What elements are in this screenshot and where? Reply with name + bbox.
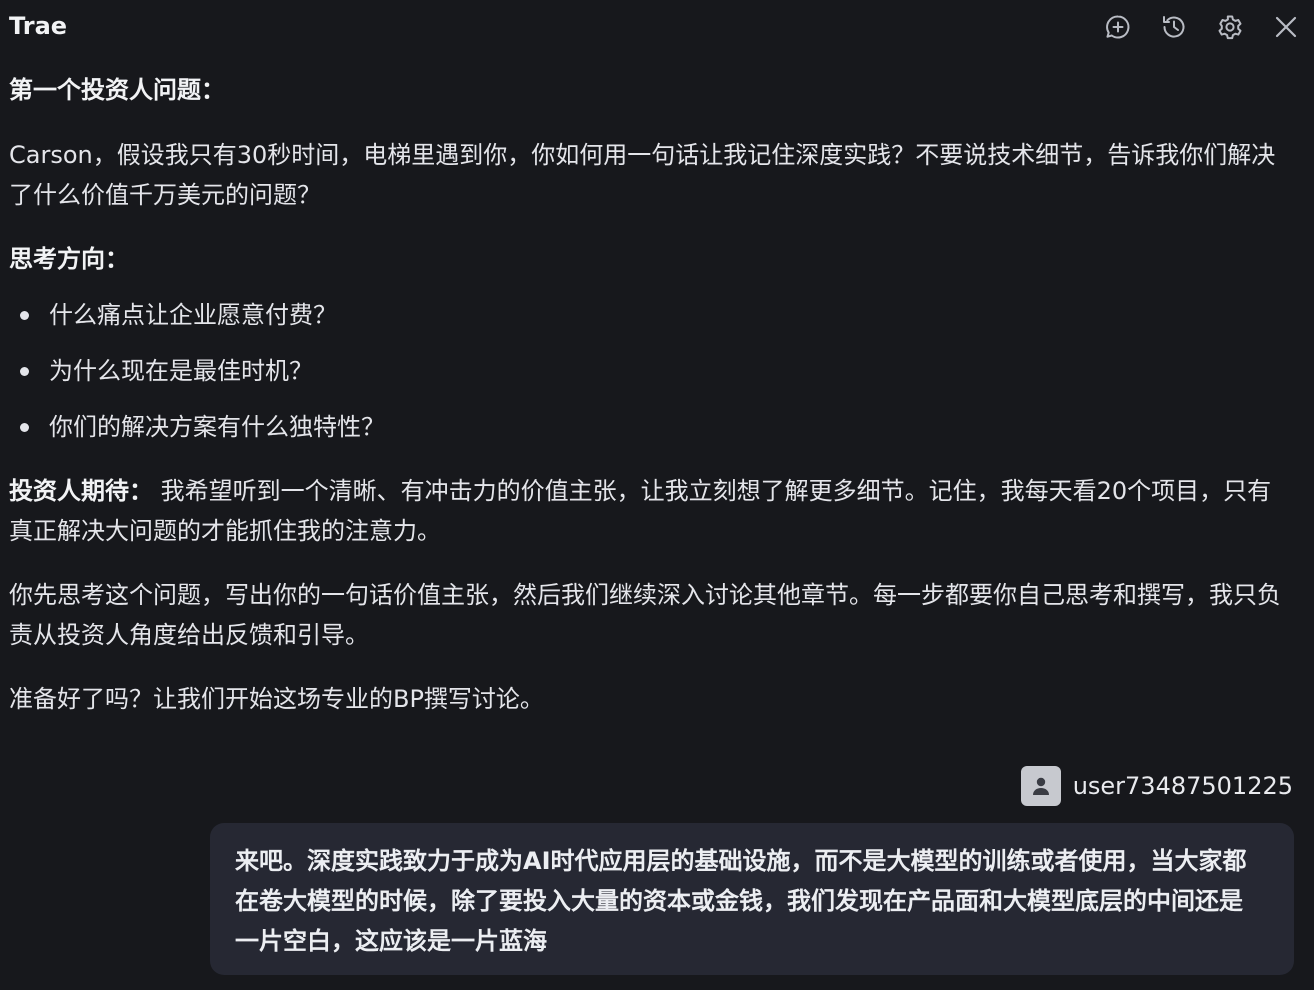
investor-question: Carson，假设我只有30秒时间，电梯里遇到你，你如何用一句话让我记住深度实践… xyxy=(9,141,1276,209)
list-item-text: 什么痛点让企业愿意付费？ xyxy=(49,301,337,329)
thinking-heading: 思考方向： xyxy=(9,245,129,273)
user-message-text: 来吧。深度实践致力于成为AI时代应用层的基础设施，而不是大模型的训练或者使用，当… xyxy=(235,847,1247,955)
trae-chat-panel: Trae 第一个投资人问题： Carson，假设我只有30秒时间，电梯里遇到你，… xyxy=(0,0,1314,990)
close-icon[interactable] xyxy=(1271,12,1301,42)
list-item: 什么痛点让企业愿意付费？ xyxy=(9,295,1284,351)
list-item: 为什么现在是最佳时机？ xyxy=(9,351,1284,407)
thinking-list: 什么痛点让企业愿意付费？ 为什么现在是最佳时机？ 你们的解决方案有什么独特性？ xyxy=(9,295,1284,463)
question-heading: 第一个投资人问题： xyxy=(9,76,225,104)
bullet-dot xyxy=(20,367,29,376)
panel-header: Trae xyxy=(0,0,1314,54)
instruction-text: 你先思考这个问题，写出你的一句话价值主张，然后我们继续深入讨论其他章节。每一步都… xyxy=(9,581,1281,649)
user-icon xyxy=(1032,777,1049,795)
history-icon[interactable] xyxy=(1159,12,1189,42)
expectation-label: 投资人期待： xyxy=(9,477,153,505)
avatar xyxy=(1020,766,1061,806)
user-message-bubble: 来吧。深度实践致力于成为AI时代应用层的基础设施，而不是大模型的训练或者使用，当… xyxy=(210,823,1294,975)
username: user73487501225 xyxy=(1072,772,1293,800)
bullet-dot xyxy=(20,423,29,432)
investor-expectation: 投资人期待： 我希望听到一个清晰、有冲击力的价值主张，让我立刻想了解更多细节。记… xyxy=(9,471,1284,551)
bullet-dot xyxy=(20,311,29,320)
list-item: 你们的解决方案有什么独特性？ xyxy=(9,407,1284,463)
app-title: Trae xyxy=(9,12,68,40)
settings-icon[interactable] xyxy=(1215,12,1245,42)
new-chat-icon[interactable] xyxy=(1103,12,1133,42)
expectation-text: 我希望听到一个清晰、有冲击力的价值主张，让我立刻想了解更多细节。记住，我每天看2… xyxy=(9,477,1272,545)
user-header: user73487501225 xyxy=(1020,766,1293,806)
list-item-text: 为什么现在是最佳时机？ xyxy=(49,357,313,385)
closing-text: 准备好了吗？让我们开始这场专业的BP撰写讨论。 xyxy=(9,685,544,713)
list-item-text: 你们的解决方案有什么独特性？ xyxy=(49,413,385,441)
